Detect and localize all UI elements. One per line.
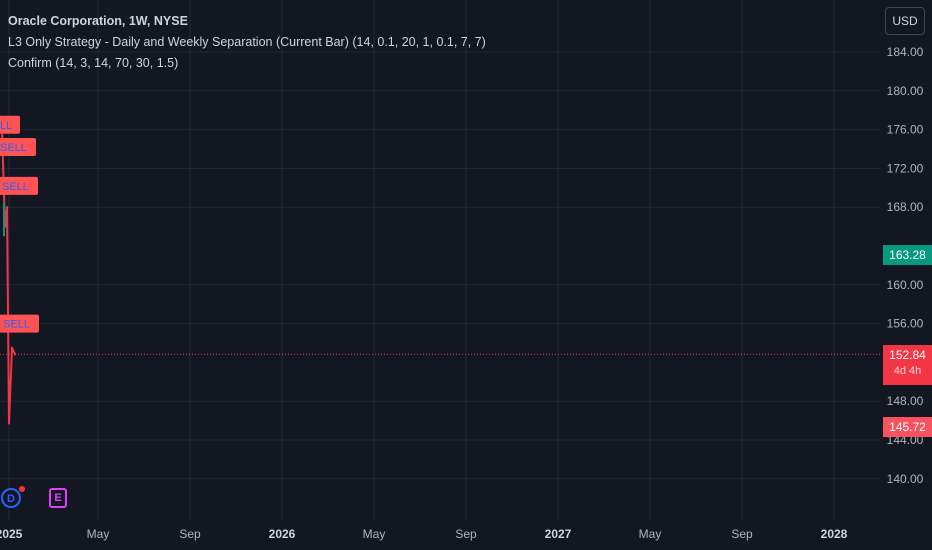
- y-tick-label: 160.00: [887, 278, 924, 292]
- signal-label-text: SELL: [2, 181, 29, 193]
- confirm-indicator-label[interactable]: Confirm (14, 3, 14, 70, 30, 1.5): [8, 53, 486, 74]
- y-tick-label: 184.00: [887, 45, 924, 59]
- strategy-indicator-label[interactable]: L3 Only Strategy - Daily and Weekly Sepa…: [8, 32, 486, 53]
- signal-label-text: LL: [0, 120, 12, 132]
- x-tick-label: Sep: [455, 527, 477, 541]
- event-dot-icon: [19, 486, 25, 492]
- y-tick-label: 156.00: [887, 317, 924, 331]
- y-tick-label: 168.00: [887, 200, 924, 214]
- time-axis: 2025 May Sep 2026 May Sep 2027 May Sep 2028: [0, 527, 848, 541]
- x-tick-label: 2026: [269, 527, 296, 541]
- y-tick-label: 180.00: [887, 84, 924, 98]
- x-tick-label: 2027: [545, 527, 572, 541]
- x-tick-label: May: [87, 527, 110, 541]
- green-price-tag: 163.28: [883, 245, 932, 265]
- bar-countdown: 4d 4h: [893, 365, 922, 377]
- low-price-tag: 145.72: [883, 417, 932, 437]
- current-price-tag: 152.84 4d 4h: [883, 345, 932, 385]
- x-tick-label: 2025: [0, 527, 23, 541]
- price-point: [13, 353, 17, 356]
- x-tick-label: Sep: [179, 527, 201, 541]
- price-point: [5, 206, 9, 209]
- chart-grid: [0, 0, 880, 520]
- dividend-event-icon[interactable]: D: [1, 488, 21, 508]
- current-price-value: 152.84: [889, 348, 926, 362]
- price-point: [7, 422, 11, 425]
- x-tick-label: 2028: [821, 527, 848, 541]
- chart-legend: Oracle Corporation, 1W, NYSE L3 Only Str…: [8, 11, 486, 74]
- x-tick-label: Sep: [731, 527, 753, 541]
- y-tick-label: 172.00: [887, 161, 924, 175]
- x-tick-label: May: [363, 527, 386, 541]
- signal-label-text: SELL: [3, 319, 30, 331]
- earnings-event-icon[interactable]: E: [49, 488, 67, 508]
- y-tick-label: 176.00: [887, 123, 924, 137]
- signal-label-text: SELL: [0, 142, 27, 154]
- currency-button[interactable]: USD: [885, 7, 925, 35]
- price-chart[interactable]: LL SELL SELL SELL 184.00 180.00 176.00 172.00 1…: [0, 0, 932, 550]
- price-point: [10, 346, 14, 350]
- y-tick-label: 148.00: [887, 394, 924, 408]
- y-tick-label: 140.00: [887, 472, 924, 486]
- symbol-title[interactable]: Oracle Corporation, 1W, NYSE: [8, 11, 486, 32]
- x-tick-label: May: [639, 527, 662, 541]
